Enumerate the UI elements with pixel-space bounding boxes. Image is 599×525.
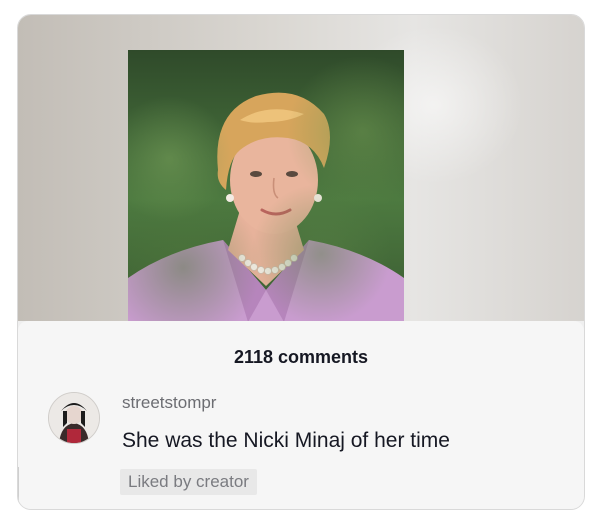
avatar-icon[interactable] [48, 392, 100, 444]
photo-foliage-background [128, 50, 404, 322]
comments-count: 2118 comments [233, 347, 369, 367]
divider [18, 467, 19, 507]
avatar-image [49, 393, 99, 443]
portrait-photo [128, 50, 404, 322]
comment-text: She was the Nicki Minaj of her time [122, 429, 450, 452]
tiktok-comment-card: 2118 comments streetstompr She was the N… [17, 14, 585, 510]
comments-panel: 2118 comments streetstompr She was the N… [18, 321, 584, 509]
liked-by-creator-badge: Liked by creator [120, 469, 257, 495]
comment-username[interactable]: streetstompr [122, 393, 216, 413]
